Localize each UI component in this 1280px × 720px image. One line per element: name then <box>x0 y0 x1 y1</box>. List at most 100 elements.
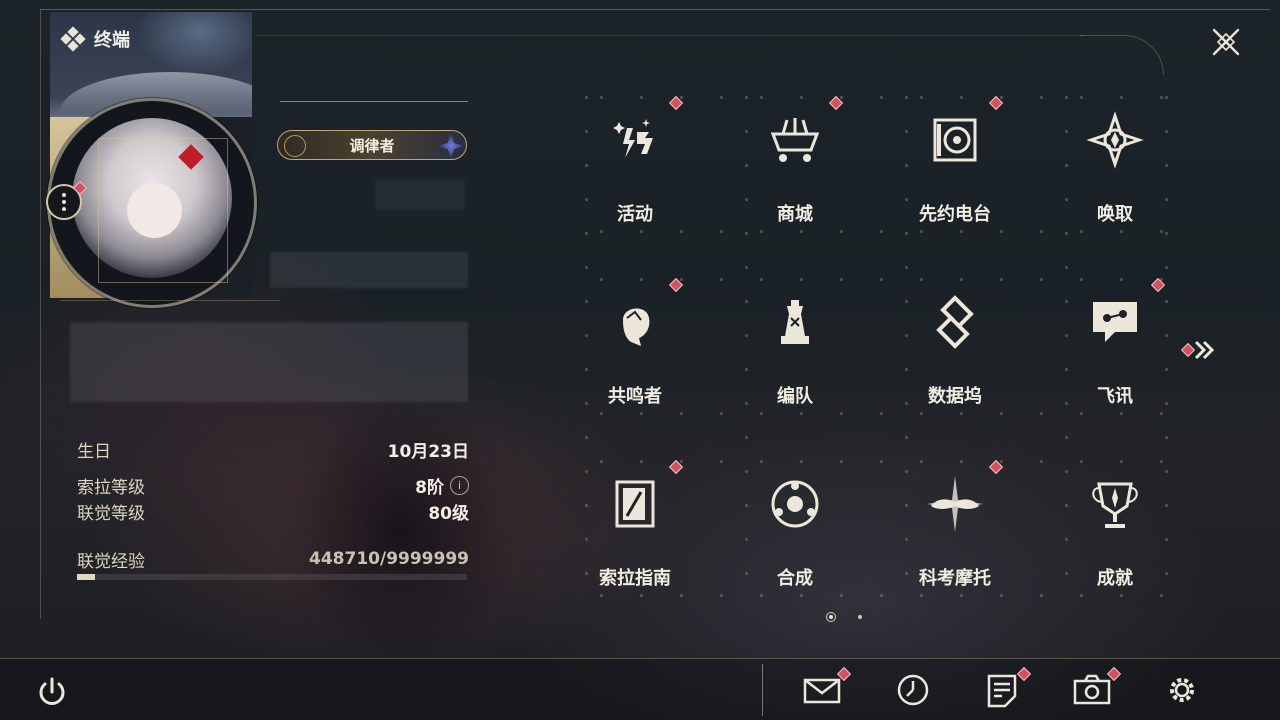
exp-progress-bar <box>77 574 467 580</box>
grid-dot <box>1065 538 1068 541</box>
radio-pass-icon <box>933 118 977 162</box>
menu-achievements[interactable]: 成就 <box>1035 444 1195 626</box>
motorcycle-icon <box>927 476 983 532</box>
grid-dot <box>920 96 923 99</box>
grid-dot <box>1065 232 1068 235</box>
terminal-header: 终端 <box>60 26 130 52</box>
grid-dot <box>905 96 908 99</box>
grid-dot <box>1065 164 1068 167</box>
grid-dot <box>760 594 763 597</box>
stat-birthday: 生日 10月23日 <box>77 441 469 462</box>
grid-dot <box>640 230 643 233</box>
close-icon[interactable] <box>1204 20 1248 64</box>
grid-dot <box>585 470 588 473</box>
grid-dot <box>840 460 843 463</box>
grid-dot <box>840 594 843 597</box>
grid-dot <box>1080 412 1083 415</box>
grid-dot <box>1165 436 1168 439</box>
menu-shop[interactable]: 商城 <box>715 80 875 262</box>
title-badge-label: 调律者 <box>349 136 395 155</box>
data-bank-icon <box>936 295 974 349</box>
grid-dot <box>880 230 883 233</box>
menu-data-bank[interactable]: 数据坞 <box>875 262 1035 444</box>
grid-dot <box>1165 232 1168 235</box>
title-badge[interactable]: 调律者 <box>277 130 467 160</box>
menu-messages[interactable]: 飞讯 <box>1035 262 1195 444</box>
page-dot[interactable] <box>858 615 862 619</box>
grid-dot <box>905 130 908 133</box>
grid-dot <box>1165 572 1168 575</box>
grid-dot <box>920 230 923 233</box>
grid-dot <box>960 594 963 597</box>
grid-dot <box>745 198 748 201</box>
grid-dot <box>960 96 963 99</box>
grid-dot <box>1065 572 1068 575</box>
frame-curve <box>1080 35 1164 75</box>
grid-dot <box>1065 470 1068 473</box>
menu-team[interactable]: 编队 <box>715 262 875 444</box>
grid-dot <box>1165 334 1168 337</box>
mail-icon[interactable] <box>801 670 843 710</box>
grid-dot <box>745 368 748 371</box>
grid-dot <box>1065 198 1068 201</box>
grid-dot <box>640 594 643 597</box>
grid-dot <box>905 300 908 303</box>
grid-dot <box>1165 402 1168 405</box>
grid-dot <box>960 278 963 281</box>
frame-line <box>40 9 1270 10</box>
menu-radio[interactable]: 先约电台 <box>875 80 1035 262</box>
grid-dot <box>745 164 748 167</box>
grid-dot <box>1040 460 1043 463</box>
menu-activity[interactable]: 活动 <box>555 80 715 262</box>
grid-dot <box>745 436 748 439</box>
grid-dot <box>1000 230 1003 233</box>
grid-dot <box>680 278 683 281</box>
grid-dot <box>905 368 908 371</box>
grid-dot <box>905 470 908 473</box>
nickname-blurred <box>270 252 468 288</box>
grid-dot <box>1080 278 1083 281</box>
grid-dot <box>1065 266 1068 269</box>
grid-dot <box>640 96 643 99</box>
next-page-arrow-icon[interactable] <box>1180 338 1220 362</box>
notice-icon[interactable] <box>981 670 1023 710</box>
grid-dot <box>720 594 723 597</box>
grid-dot <box>905 436 908 439</box>
menu-motorcycle[interactable]: 科考摩托 <box>875 444 1035 626</box>
grid-dot <box>800 412 803 415</box>
grid-dot <box>585 334 588 337</box>
grid-dot <box>600 278 603 281</box>
grid-dot <box>720 230 723 233</box>
grid-dot <box>1000 96 1003 99</box>
grid-dot <box>1160 460 1163 463</box>
grid-dot <box>600 460 603 463</box>
menu-synthesis[interactable]: 合成 <box>715 444 875 626</box>
info-icon[interactable]: i <box>450 475 469 495</box>
signature-blurred[interactable] <box>70 322 468 402</box>
menu-guidebook[interactable]: 索拉指南 <box>555 444 715 626</box>
grid-dot <box>1000 460 1003 463</box>
grid-dot <box>1080 594 1083 597</box>
grid-dot <box>1160 230 1163 233</box>
grid-dot <box>585 232 588 235</box>
synthesis-icon <box>771 480 819 528</box>
menu-resonators[interactable]: 共鸣者 <box>555 262 715 444</box>
grid-dot <box>585 266 588 269</box>
grid-dot <box>760 412 763 415</box>
page-dot-active[interactable] <box>826 612 836 622</box>
grid-dot <box>905 572 908 575</box>
grid-dot <box>1080 460 1083 463</box>
clock-icon[interactable] <box>892 670 934 710</box>
camera-icon[interactable] <box>1071 670 1113 710</box>
menu-convene[interactable]: 唤取 <box>1035 80 1195 262</box>
grid-dot <box>1040 230 1043 233</box>
grid-dot <box>1165 198 1168 201</box>
power-icon[interactable] <box>34 674 70 710</box>
gear-icon[interactable] <box>1161 670 1203 710</box>
stat-union-exp: 联觉经验 448710/9999999 <box>77 549 469 572</box>
event-sparkle-icon <box>613 119 653 158</box>
grid-dot <box>760 278 763 281</box>
grid-dot <box>1065 96 1068 99</box>
grid-dot <box>1080 96 1083 99</box>
guidebook-icon <box>615 480 655 528</box>
